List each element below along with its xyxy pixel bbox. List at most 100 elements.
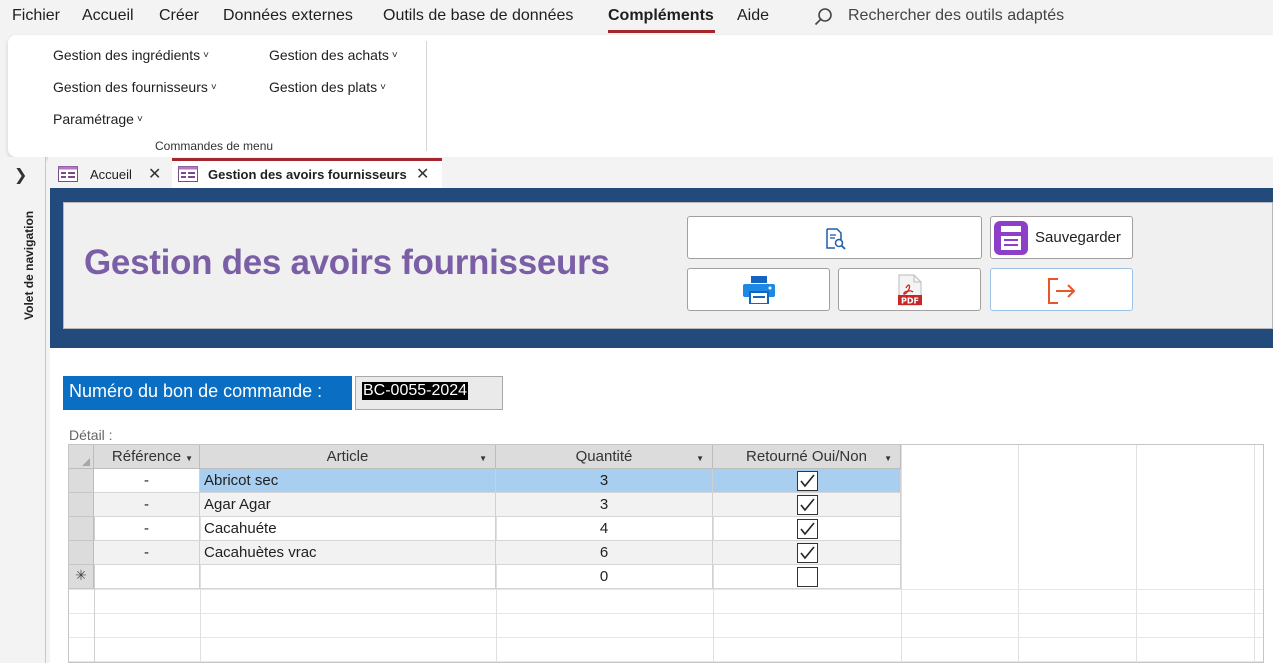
order-number-field[interactable]: BC-0055-2024	[355, 376, 503, 410]
chevron-down-icon: ˅	[210, 82, 217, 93]
cmd-label: Gestion des achats	[269, 47, 389, 63]
column-header-article[interactable]: Article ▼	[200, 445, 496, 469]
returned-checkbox[interactable]	[797, 471, 818, 491]
grid-line	[69, 637, 1263, 638]
grid-line	[1136, 445, 1137, 662]
export-pdf-button[interactable]: PDF	[838, 268, 981, 311]
new-record-row[interactable]: ✳ 0	[69, 565, 901, 589]
pdf-icon: PDF	[898, 274, 922, 306]
dropdown-arrow-icon[interactable]: ▼	[884, 454, 892, 463]
dropdown-arrow-icon[interactable]: ▼	[696, 454, 704, 463]
print-button[interactable]	[687, 268, 830, 311]
chevron-down-icon: ˅	[380, 82, 387, 93]
search-icon[interactable]	[814, 7, 834, 27]
close-icon[interactable]: ✕	[148, 164, 161, 184]
returned-checkbox[interactable]	[797, 567, 818, 587]
exit-icon	[1048, 278, 1076, 304]
tab-accueil[interactable]: Accueil ✕	[52, 161, 172, 188]
cell-quantite[interactable]: 6	[496, 541, 713, 565]
column-header-label: Quantité	[575, 448, 633, 465]
tab-label: Accueil	[90, 167, 132, 182]
form-icon	[178, 166, 198, 182]
close-icon[interactable]: ✕	[416, 164, 429, 184]
menu-aide[interactable]: Aide	[737, 7, 769, 25]
cmd-gestion-achats[interactable]: Gestion des achats ˅	[269, 47, 398, 63]
cmd-gestion-plats[interactable]: Gestion des plats ˅	[269, 79, 386, 95]
dropdown-arrow-icon[interactable]: ▼	[479, 454, 487, 463]
cmd-gestion-fournisseurs[interactable]: Gestion des fournisseurs ˅	[53, 79, 217, 95]
cmd-gestion-ingredients[interactable]: Gestion des ingrédients ˅	[53, 47, 209, 63]
menu-fichier[interactable]: Fichier	[12, 7, 60, 25]
grid-line	[1254, 445, 1255, 662]
cmd-parametrage[interactable]: Paramétrage ˅	[53, 111, 143, 127]
tab-label: Gestion des avoirs fournisseurs	[208, 167, 407, 182]
select-all-button[interactable]	[69, 445, 94, 469]
returned-checkbox[interactable]	[797, 495, 818, 515]
navigation-pane-label[interactable]: Volet de navigation	[22, 195, 36, 320]
ribbon-separator	[426, 41, 427, 151]
cell-article[interactable]: Cacahuéte	[200, 517, 496, 541]
table-row[interactable]: - Abricot sec 3	[69, 469, 901, 493]
cell-retourne	[713, 493, 901, 517]
cell-quantite[interactable]: 3	[496, 469, 713, 493]
table-row[interactable]: - Agar Agar 3	[69, 493, 901, 517]
cell-reference[interactable]: -	[94, 541, 200, 565]
cell-quantite[interactable]: 0	[496, 565, 713, 589]
dropdown-arrow-icon[interactable]: ▼	[185, 454, 193, 463]
cell-article[interactable]	[200, 565, 496, 589]
cell-article[interactable]: Agar Agar	[200, 493, 496, 517]
chevron-right-icon[interactable]: ❯	[14, 165, 27, 185]
pdf-icon-text: PDF	[901, 297, 919, 306]
form-icon	[58, 166, 78, 182]
checkmark-icon	[800, 546, 815, 560]
cell-reference[interactable]: -	[94, 517, 200, 541]
grid-line	[901, 445, 902, 662]
row-selector[interactable]	[69, 517, 94, 541]
active-tab-underline	[608, 30, 715, 33]
chevron-down-icon: ˅	[136, 114, 143, 125]
menu-complements[interactable]: Compléments	[608, 7, 714, 25]
new-record-icon[interactable]: ✳	[69, 565, 94, 589]
exit-button[interactable]	[990, 268, 1133, 311]
tab-gestion-avoirs[interactable]: Gestion des avoirs fournisseurs ✕	[172, 158, 442, 188]
returned-checkbox[interactable]	[797, 519, 818, 539]
table-row[interactable]: - Cacahuéte 4	[69, 517, 901, 541]
menu-creer[interactable]: Créer	[159, 7, 199, 25]
chevron-down-icon: ˅	[391, 50, 398, 61]
cmd-label: Gestion des plats	[269, 79, 378, 95]
cell-quantite[interactable]: 3	[496, 493, 713, 517]
row-selector[interactable]	[69, 493, 94, 517]
cell-article[interactable]: Abricot sec	[200, 469, 496, 493]
column-header-retourne[interactable]: Retourné Oui/Non ▼	[713, 445, 901, 469]
navigation-pane[interactable]: ❯ Volet de navigation	[0, 157, 46, 663]
column-header-reference[interactable]: Référence ▼	[94, 445, 200, 469]
menu-donnees-externes[interactable]: Données externes	[223, 7, 353, 25]
search-document-button[interactable]	[687, 216, 982, 259]
table-row[interactable]: - Cacahuètes vrac 6	[69, 541, 901, 565]
datasheet-header: Référence ▼ Article ▼ Quantité ▼ Retourné O…	[69, 445, 901, 469]
cell-article[interactable]: Cacahuètes vrac	[200, 541, 496, 565]
search-input[interactable]: Rechercher des outils adaptés	[848, 7, 1064, 25]
detail-label: Détail :	[69, 427, 113, 443]
cell-retourne	[713, 517, 901, 541]
form-header: Gestion des avoirs fournisseurs Sauvegar…	[50, 188, 1273, 348]
printer-icon	[743, 276, 775, 304]
column-header-quantite[interactable]: Quantité ▼	[496, 445, 713, 469]
menu-outils-bdd[interactable]: Outils de base de données	[383, 7, 573, 25]
cmd-label: Gestion des ingrédients	[53, 47, 201, 63]
document-tab-strip: Accueil ✕ Gestion des avoirs fournisseur…	[48, 157, 1273, 188]
save-button[interactable]: Sauvegarder	[990, 216, 1133, 259]
chevron-down-icon: ˅	[203, 50, 209, 61]
row-selector[interactable]	[69, 469, 94, 493]
checkmark-icon	[800, 474, 815, 488]
menu-bar: Fichier Accueil Créer Données externes O…	[0, 0, 1273, 35]
cell-reference[interactable]: -	[94, 469, 200, 493]
row-selector[interactable]	[69, 541, 94, 565]
cell-reference[interactable]	[94, 565, 200, 589]
returned-checkbox[interactable]	[797, 543, 818, 563]
detail-datasheet[interactable]: Référence ▼ Article ▼ Quantité ▼ Retourné O…	[68, 444, 1264, 663]
cell-quantite[interactable]: 4	[496, 517, 713, 541]
menu-accueil[interactable]: Accueil	[82, 7, 134, 25]
save-icon	[994, 221, 1028, 255]
cell-reference[interactable]: -	[94, 493, 200, 517]
